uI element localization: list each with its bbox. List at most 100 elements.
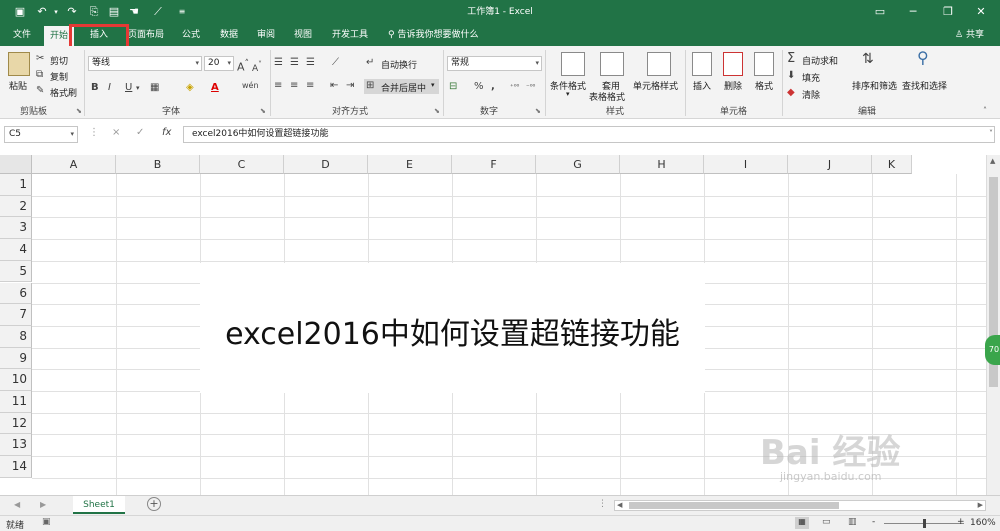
column-header-e[interactable]: E [368,155,452,174]
row-header-9[interactable]: 9 [0,347,32,370]
fill-color-icon[interactable]: ◈ [186,81,194,95]
format-painter-button[interactable]: 格式刷 [50,86,77,99]
sort-filter-button[interactable]: 排序和筛选 [852,79,897,92]
wrap-text-button[interactable]: 自动换行 [381,58,417,71]
delete-cells-icon[interactable] [723,52,743,76]
autosum-icon[interactable]: Σ [787,52,795,66]
comma-style-button[interactable]: , [491,80,495,94]
normal-view-icon[interactable]: ▦ [795,517,809,529]
zoom-level[interactable]: 160% [970,518,996,528]
increase-indent-icon[interactable]: ⇥ [346,79,354,93]
font-name-select[interactable]: 等线 ▾ [88,56,202,71]
sort-filter-icon[interactable]: ⇅ [862,52,874,66]
orientation-icon[interactable]: ⟋ [332,56,339,70]
restore-icon[interactable]: ❐ [933,0,963,24]
merged-cell[interactable]: excel2016中如何设置超链接功能 [200,263,705,393]
row-header-14[interactable]: 14 [0,456,32,478]
name-box[interactable]: C5 ▾ [4,126,78,143]
format-as-table-label2[interactable]: 表格格式 [589,90,625,103]
prev-sheet-icon[interactable]: ◀ [14,500,20,509]
column-header-a[interactable]: A [32,155,116,174]
cut-button[interactable]: 剪切 [50,54,68,67]
horizontal-scroll-thumb[interactable] [629,502,839,509]
tab-view[interactable]: 视图 [288,24,318,46]
next-sheet-icon[interactable]: ▶ [40,500,46,509]
tell-me-search[interactable]: ⚲ 告诉我你想要做什么 [388,24,478,46]
decrease-decimal-icon[interactable]: ⁻⁰⁰ [526,80,535,94]
minimize-icon[interactable]: ─ [898,0,928,24]
conditional-format-icon[interactable] [561,52,585,76]
tab-review[interactable]: 审阅 [251,24,281,46]
row-header-11[interactable]: 11 [0,391,32,413]
column-header-h[interactable]: H [620,155,704,174]
select-all-corner[interactable] [0,155,32,174]
format-cells-button[interactable]: 格式 [755,79,773,92]
align-left-icon[interactable]: ≡ [274,79,282,93]
font-color-icon[interactable]: A [211,81,219,95]
clear-icon[interactable]: ◆ [787,86,795,100]
share-button[interactable]: ♙ 共享 [955,24,984,46]
align-top-icon[interactable]: ☰ [274,56,283,70]
column-header-j[interactable]: J [788,155,872,174]
zoom-out-button[interactable]: - [872,517,875,527]
cell-styles-button[interactable]: 单元格样式 [633,79,678,92]
italic-button[interactable]: I [108,81,111,95]
fill-button[interactable]: 填充 [802,71,820,84]
row-header-2[interactable]: 2 [0,195,32,218]
column-header-d[interactable]: D [284,155,368,174]
zoom-slider-thumb[interactable] [923,519,926,528]
column-header-b[interactable]: B [116,155,200,174]
insert-function-icon[interactable]: fx [162,127,171,138]
cell-styles-icon[interactable] [647,52,671,76]
find-icon[interactable]: ⚲ [917,50,929,66]
number-format-select[interactable]: 常规 ▾ [447,56,542,71]
tab-developer[interactable]: 开发工具 [326,24,374,46]
scroll-left-icon[interactable]: ◀ [617,501,622,509]
splitter-icon[interactable]: ⋮ [598,499,607,509]
close-icon[interactable]: ✕ [966,0,996,24]
align-center-icon[interactable]: ≡ [290,79,298,93]
autosum-button[interactable]: 自动求和 [802,54,838,67]
row-header-12[interactable]: 12 [0,412,32,435]
row-header-3[interactable]: 3 [0,217,32,240]
shrink-font-icon[interactable]: A˅ [252,58,262,76]
horizontal-scrollbar[interactable]: ◀ ▶ [614,500,986,511]
add-sheet-button[interactable]: + [147,497,161,511]
font-launcher-icon[interactable]: ⬊ [260,107,266,115]
cut-icon[interactable]: ✂ [36,52,44,66]
column-header-k[interactable]: K [872,155,912,174]
fill-icon[interactable]: ⬇ [787,69,795,83]
tab-page-layout[interactable]: 页面布局 [122,24,170,46]
format-as-table-icon[interactable] [600,52,624,76]
bold-button[interactable]: B [91,81,99,95]
insert-cells-icon[interactable] [692,52,712,76]
row-header-10[interactable]: 10 [0,369,32,391]
formula-input[interactable]: excel2016中如何设置超链接功能 [183,126,995,143]
macro-record-icon[interactable]: ▣ [42,517,51,527]
delete-cells-button[interactable]: 删除 [724,79,742,92]
borders-icon[interactable]: ▦ [150,81,159,95]
tab-formulas[interactable]: 公式 [176,24,206,46]
vertical-scrollbar[interactable]: ▲ [986,155,1000,495]
side-badge[interactable]: 70 [985,335,1000,365]
copy-button[interactable]: 复制 [50,70,68,83]
enter-icon[interactable]: ✓ [136,127,144,138]
page-layout-view-icon[interactable]: ▭ [822,517,831,527]
zoom-in-button[interactable]: + [957,517,965,527]
underline-button[interactable]: U [125,81,132,95]
format-cells-icon[interactable] [754,52,774,76]
increase-decimal-icon[interactable]: ⁺⁰⁰ [510,80,519,94]
ribbon-display-icon[interactable]: ▭ [865,0,895,24]
scroll-up-icon[interactable]: ▲ [990,157,995,165]
clear-button[interactable]: 清除 [802,88,820,101]
format-painter-icon[interactable]: ✎ [36,84,44,98]
column-header-i[interactable]: I [704,155,788,174]
column-header-g[interactable]: G [536,155,620,174]
phonetic-icon[interactable]: wén [242,79,259,93]
find-select-button[interactable]: 查找和选择 [902,79,947,92]
percent-style-button[interactable]: % [474,80,484,94]
row-header-7[interactable]: 7 [0,304,32,326]
row-header-5[interactable]: 5 [0,260,32,283]
copy-icon[interactable]: ⧉ [36,68,43,82]
cancel-icon[interactable]: × [112,127,120,138]
